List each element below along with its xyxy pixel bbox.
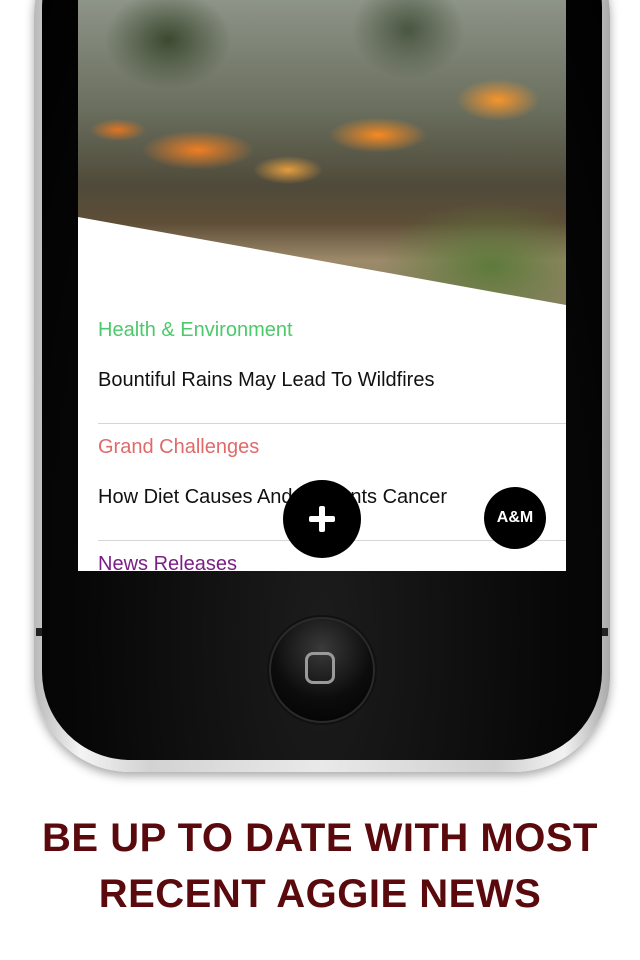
phone-side-button-right (602, 628, 608, 636)
category-label: Grand Challenges (98, 436, 260, 458)
home-square-icon (305, 652, 335, 684)
phone-side-button-left (36, 628, 42, 636)
list-divider (98, 423, 566, 424)
plus-icon (309, 506, 335, 532)
headline-text: Bountiful Rains May Lead To Wildfires (98, 369, 435, 391)
aggie-brand-button[interactable]: A&M (484, 487, 546, 549)
add-button[interactable] (283, 480, 361, 558)
caption-line-2: RECENT AGGIE NEWS (98, 872, 542, 916)
wildfire-hero-image[interactable] (78, 0, 566, 305)
home-button[interactable] (269, 617, 375, 723)
category-label: Health & Environment (98, 319, 293, 341)
news-item-health[interactable]: Health & Environment Bountiful Rains May… (98, 318, 566, 392)
caption-line-1: BE UP TO DATE WITH MOST (42, 816, 598, 860)
promo-caption: BE UP TO DATE WITH MOST RECENT AGGIE NEW… (0, 810, 640, 922)
